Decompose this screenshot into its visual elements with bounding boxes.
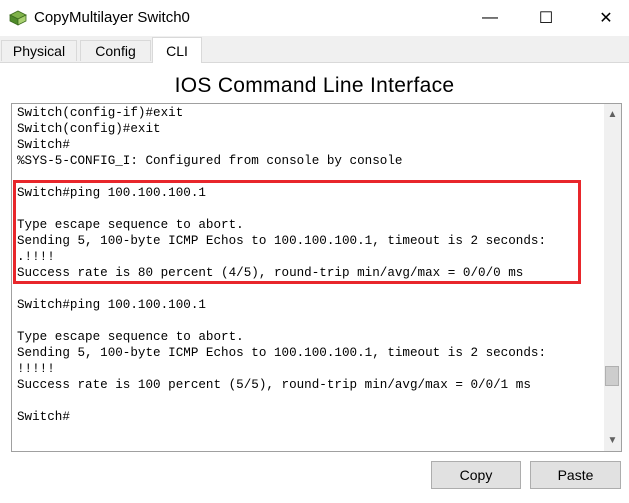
terminal-line: Switch# — [17, 410, 70, 424]
terminal-line: %SYS-5-CONFIG_I: Configured from console… — [17, 154, 403, 168]
highlight-box — [13, 180, 581, 284]
scroll-thumb[interactable] — [605, 366, 619, 386]
terminal-line: Switch# — [17, 138, 70, 152]
terminal-line: !!!!! — [17, 362, 55, 376]
maximize-button[interactable]: ☐ — [523, 0, 569, 36]
packet-tracer-app-icon — [9, 10, 27, 26]
terminal-line: Switch(config)#exit — [17, 122, 161, 136]
terminal-line: Switch#ping 100.100.100.1 — [17, 298, 206, 312]
copy-button[interactable]: Copy — [431, 461, 521, 489]
title-bar: CopyMultilayer Switch0 — ☐ ✕ — [0, 0, 629, 36]
cli-terminal[interactable]: Switch(config-if)#exit Switch(config)#exi… — [11, 103, 622, 452]
terminal-line: Switch(config-if)#exit — [17, 106, 184, 120]
close-button[interactable]: ✕ — [583, 0, 629, 36]
tab-physical[interactable]: Physical — [1, 40, 77, 61]
paste-button[interactable]: Paste — [530, 461, 621, 489]
vertical-scrollbar[interactable]: ▲ ▼ — [604, 104, 621, 451]
tab-cli[interactable]: CLI — [152, 37, 202, 63]
terminal-line: Success rate is 100 percent (5/5), round… — [17, 378, 531, 392]
window-title: CopyMultilayer Switch0 — [34, 9, 190, 26]
scroll-down-icon[interactable]: ▼ — [604, 432, 621, 449]
scroll-up-icon[interactable]: ▲ — [604, 106, 621, 123]
tab-config[interactable]: Config — [80, 40, 151, 61]
terminal-line: Sending 5, 100-byte ICMP Echos to 100.10… — [17, 346, 547, 360]
tab-bar: Physical Config CLI — [0, 36, 629, 63]
page-title: IOS Command Line Interface — [174, 74, 455, 97]
terminal-line: Type escape sequence to abort. — [17, 330, 244, 344]
minimize-button[interactable]: — — [467, 0, 513, 36]
